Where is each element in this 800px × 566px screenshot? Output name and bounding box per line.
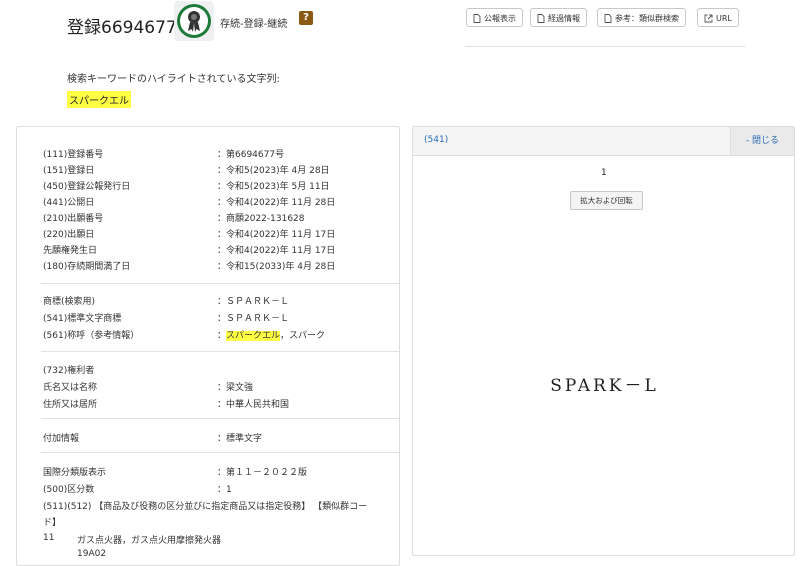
progress-info-button[interactable]: 経過情報 bbox=[530, 8, 587, 27]
field-label: (500)区分数 bbox=[43, 485, 95, 495]
viewer-header: (541) - 閉じる bbox=[413, 127, 794, 156]
field-label: (541)標準文字商標 bbox=[43, 314, 122, 324]
pronunciation-value: ：スパークエル，スパーク bbox=[217, 328, 325, 341]
field-value: ：標準文字 bbox=[217, 434, 263, 444]
field-value: ：ＳＰＡＲＫ－Ｌ bbox=[217, 297, 290, 307]
field-value: ：令和4(2022)年 11月 17日 bbox=[217, 246, 336, 256]
close-button[interactable]: - 閉じる bbox=[730, 127, 794, 155]
similar-group-search-button-label: 参考：類似群検索 bbox=[615, 14, 679, 23]
field-label: (210)出願番号 bbox=[43, 214, 104, 224]
section-divider bbox=[41, 283, 399, 284]
field-label: (732)権利者 bbox=[43, 366, 95, 376]
field-label: 商標(検索用) bbox=[43, 297, 96, 307]
field-label: (561)称呼（参考情報） bbox=[43, 331, 140, 341]
field-value: ：第6694677号 bbox=[217, 150, 285, 160]
field-label: 付加情報 bbox=[43, 434, 80, 444]
similar-group-search-button[interactable]: 参考：類似群検索 bbox=[597, 8, 686, 27]
document-icon bbox=[537, 14, 545, 23]
field-value: ：商願2022-131628 bbox=[217, 214, 305, 224]
field-value: ：令和15(2033)年 4月 28日 bbox=[217, 262, 336, 272]
zoom-rotate-button[interactable]: 拡大および回転 bbox=[570, 191, 643, 210]
field-label: 氏名又は名称 bbox=[43, 383, 98, 393]
goods-code: 19A02 bbox=[77, 549, 107, 559]
help-icon[interactable]: ? bbox=[299, 11, 313, 25]
status-text: 存続-登録-継続 bbox=[220, 19, 288, 30]
field-label: 住所又は居所 bbox=[43, 400, 98, 410]
field-value: ：中華人民共和国 bbox=[217, 400, 290, 410]
pronunciation-highlight: スパークエル bbox=[226, 331, 281, 341]
field-label: (111)登録番号 bbox=[43, 150, 104, 160]
field-value: ：梁文強 bbox=[217, 383, 254, 393]
header-divider bbox=[465, 46, 745, 47]
field-value: ：令和4(2022)年 11月 17日 bbox=[217, 230, 336, 240]
field-label: 国際分類版表示 bbox=[43, 468, 107, 478]
field-value: ：ＳＰＡＲＫ－Ｌ bbox=[217, 314, 290, 324]
goods-header-cont: ド】 bbox=[43, 518, 62, 528]
document-icon bbox=[604, 14, 612, 23]
publication-button-label: 公報表示 bbox=[484, 14, 516, 23]
viewer-id-label: (541) bbox=[424, 135, 449, 145]
field-value: ：令和5(2023)年 4月 28日 bbox=[217, 166, 330, 176]
external-link-icon bbox=[704, 14, 713, 23]
registration-title: 登録6694677 bbox=[67, 18, 177, 38]
field-label: (220)出願日 bbox=[43, 230, 95, 240]
section-divider bbox=[41, 418, 399, 419]
goods-class: 11 bbox=[43, 533, 55, 543]
field-label: (441)公開日 bbox=[43, 198, 95, 208]
field-value: ：1 bbox=[217, 485, 232, 495]
field-label: (450)登録公報発行日 bbox=[43, 182, 131, 192]
trademark-image-text: SPARK－L bbox=[550, 376, 659, 396]
goods-header: (511)(512) 【商品及び役務の区分並びに指定商品又は指定役務】 【類似群… bbox=[43, 502, 368, 512]
publication-button[interactable]: 公報表示 bbox=[466, 8, 523, 27]
pronunciation-rest: ，スパーク bbox=[280, 331, 326, 341]
field-label: (151)登録日 bbox=[43, 166, 95, 176]
field-value: ：令和5(2023)年 5月 11日 bbox=[217, 182, 330, 192]
keyword-label: 検索キーワードのハイライトされている文字列: bbox=[67, 74, 280, 85]
goods-items: ガス点火器，ガス点火用摩擦発火器 bbox=[77, 536, 222, 546]
pronunciation-prefix: ： bbox=[217, 331, 227, 341]
field-label: (180)存続期間満了日 bbox=[43, 262, 131, 272]
url-button[interactable]: URL bbox=[697, 8, 739, 27]
progress-info-button-label: 経過情報 bbox=[548, 14, 580, 23]
page-number: 1 bbox=[601, 168, 607, 178]
field-value: ：第１１－２０２２版 bbox=[217, 468, 308, 478]
document-icon bbox=[473, 14, 481, 23]
image-viewer-panel: (541) - 閉じる 1 拡大および回転 SPARK－L bbox=[412, 126, 795, 556]
status-badge bbox=[174, 1, 214, 41]
details-panel: (111)登録番号 ：第6694677号 (151)登録日 ：令和5(2023)… bbox=[16, 126, 400, 566]
field-label: 先願権発生日 bbox=[43, 246, 98, 256]
keyword-highlight: スパークエル bbox=[67, 91, 131, 108]
field-value: ：令和4(2022)年 11月 28日 bbox=[217, 198, 336, 208]
header: 登録6694677 存続-登録-継続 ? 公報表示 経過情報 参考：類似群検索 … bbox=[0, 0, 800, 48]
section-divider bbox=[41, 452, 399, 453]
ribbon-award-icon bbox=[177, 4, 211, 38]
url-button-label: URL bbox=[716, 14, 732, 23]
section-divider bbox=[41, 351, 399, 352]
